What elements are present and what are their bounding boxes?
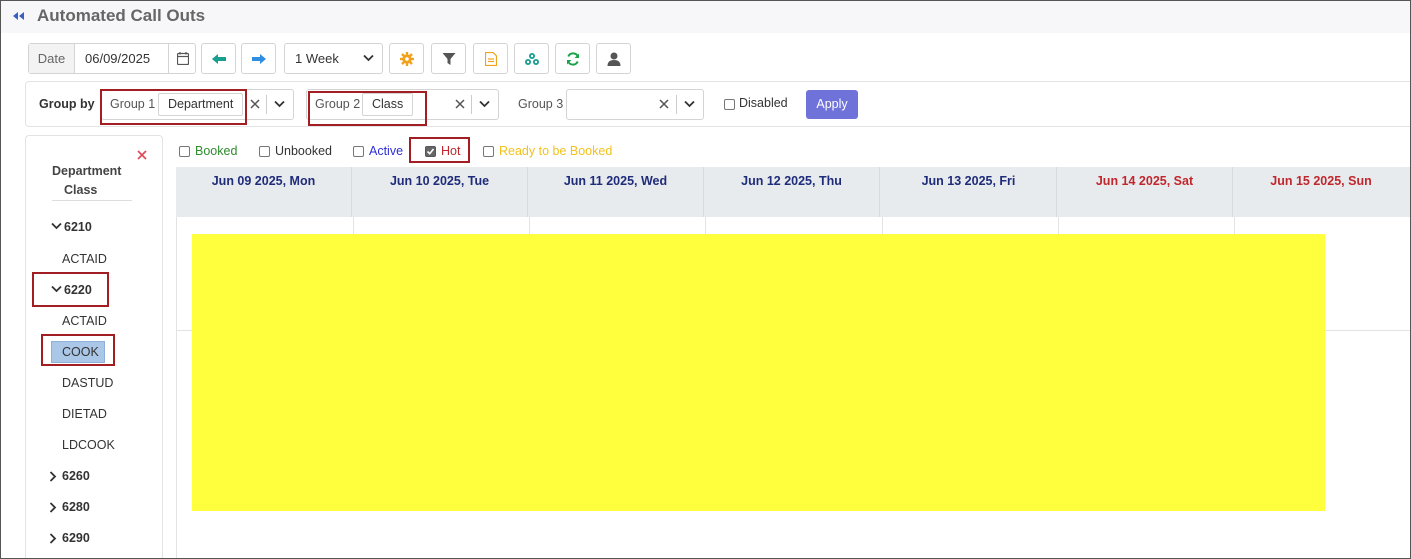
user-button[interactable] — [596, 43, 631, 74]
day-header-tue: Jun 10 2025, Tue — [352, 167, 528, 217]
refresh-button[interactable] — [555, 43, 590, 74]
calendar-icon — [177, 52, 189, 65]
chevron-down-icon — [363, 54, 374, 62]
title-bar: Automated Call Outs — [1, 1, 1410, 33]
redaction-overlay — [192, 234, 1325, 511]
filter-icon — [442, 52, 455, 65]
group3-select[interactable] — [566, 89, 704, 120]
highlight-box-hot — [409, 137, 470, 163]
prev-arrow-icon — [211, 53, 226, 64]
tree-class-actaid[interactable]: ACTAID — [62, 252, 107, 266]
chevron-right-icon — [49, 471, 57, 482]
calendar-header: Jun 09 2025, Mon Jun 10 2025, Tue Jun 11… — [176, 167, 1410, 217]
day-header-sat: Jun 14 2025, Sat — [1057, 167, 1233, 217]
tree-header-department: Department — [52, 164, 122, 178]
booked-checkbox[interactable] — [179, 146, 190, 157]
collapse-icon[interactable] — [11, 9, 25, 23]
tree-item-label: DASTUD — [62, 376, 114, 390]
tree-item-label: LDCOOK — [62, 438, 115, 452]
select-separator — [266, 95, 267, 114]
active-checkbox[interactable] — [353, 146, 364, 157]
document-icon — [484, 51, 497, 66]
next-button[interactable] — [241, 43, 276, 74]
date-picker[interactable]: Date 06/09/2025 — [28, 43, 196, 74]
page-title: Automated Call Outs — [37, 6, 206, 25]
highlight-box-group1 — [100, 89, 247, 125]
disabled-checkbox[interactable] — [724, 99, 735, 110]
disabled-label: Disabled — [739, 96, 788, 110]
clear-icon[interactable] — [658, 98, 670, 110]
day-header-mon: Jun 09 2025, Mon — [176, 167, 352, 217]
app-frame: Automated Call Outs Date 06/09/2025 1 We… — [0, 0, 1411, 559]
highlight-box-6220 — [32, 272, 109, 307]
booked-label: Booked — [195, 144, 238, 158]
day-header-fri: Jun 13 2025, Fri — [881, 167, 1057, 217]
tree-dept-6210[interactable]: 6210 — [51, 220, 92, 234]
settings-button[interactable] — [389, 43, 424, 74]
day-header-wed: Jun 11 2025, Wed — [528, 167, 704, 217]
chevron-down-icon[interactable] — [479, 100, 490, 108]
tree-item-label: 6210 — [64, 220, 92, 234]
share-icon — [524, 52, 539, 65]
tree-class-dastud[interactable]: DASTUD — [62, 376, 113, 390]
filter-button[interactable] — [431, 43, 466, 74]
tree-header-class: Class — [64, 183, 98, 197]
highlight-box-group2 — [308, 91, 427, 126]
chevron-down-icon — [51, 222, 62, 230]
tree-item-label: 6260 — [62, 469, 90, 483]
chevron-down-icon[interactable] — [274, 100, 285, 108]
tree-item-label: ACTAID — [62, 252, 107, 266]
tree-item-label: ACTAID — [62, 314, 107, 328]
settings-gear-icon — [399, 51, 414, 66]
clear-icon[interactable] — [454, 98, 466, 110]
chevron-right-icon — [49, 533, 57, 544]
user-icon — [607, 52, 620, 66]
report-button[interactable] — [473, 43, 508, 74]
date-label: Date — [29, 44, 75, 73]
share-button[interactable] — [514, 43, 549, 74]
tree-dept-6280[interactable]: 6280 — [49, 500, 90, 514]
tree-item-label: 6290 — [62, 531, 90, 545]
day-header-thu: Jun 12 2025, Thu — [704, 167, 880, 217]
tree-dept-6260[interactable]: 6260 — [49, 469, 90, 483]
ready-to-be-booked-label: Ready to be Booked — [499, 144, 613, 158]
group3-value — [571, 93, 589, 116]
unbooked-checkbox[interactable] — [259, 146, 270, 157]
group-by-label: Group by — [39, 97, 95, 111]
day-header-sun: Jun 15 2025, Sun — [1270, 174, 1372, 188]
refresh-icon — [566, 51, 579, 66]
chevron-right-icon — [49, 502, 57, 513]
chevron-down-icon[interactable] — [684, 100, 695, 108]
date-input[interactable]: 06/09/2025 — [85, 44, 150, 73]
period-select[interactable]: 1 Week — [284, 43, 383, 74]
calendar-button[interactable] — [168, 44, 196, 73]
group3-label: Group 3 — [518, 97, 564, 111]
ready-to-be-booked-checkbox[interactable] — [483, 146, 494, 157]
tree-header-divider — [52, 200, 132, 201]
active-label: Active — [369, 144, 404, 158]
apply-button[interactable]: Apply — [806, 90, 858, 119]
tree-dept-6290[interactable]: 6290 — [49, 531, 90, 545]
tree-item-label: 6280 — [62, 500, 90, 514]
unbooked-label: Unbooked — [275, 144, 332, 158]
tree-class-actaid[interactable]: ACTAID — [62, 314, 107, 328]
period-value: 1 Week — [295, 51, 339, 66]
next-arrow-icon — [251, 53, 266, 64]
select-separator — [676, 95, 677, 114]
previous-button[interactable] — [201, 43, 236, 74]
tree-item-label: DIETAD — [62, 407, 107, 421]
tree-class-ldcook[interactable]: LDCOOK — [62, 438, 115, 452]
highlight-box-cook — [41, 334, 115, 366]
close-icon[interactable] — [137, 150, 147, 160]
select-separator — [471, 95, 472, 114]
clear-icon[interactable] — [249, 98, 261, 110]
tree-class-dietad[interactable]: DIETAD — [62, 407, 107, 421]
